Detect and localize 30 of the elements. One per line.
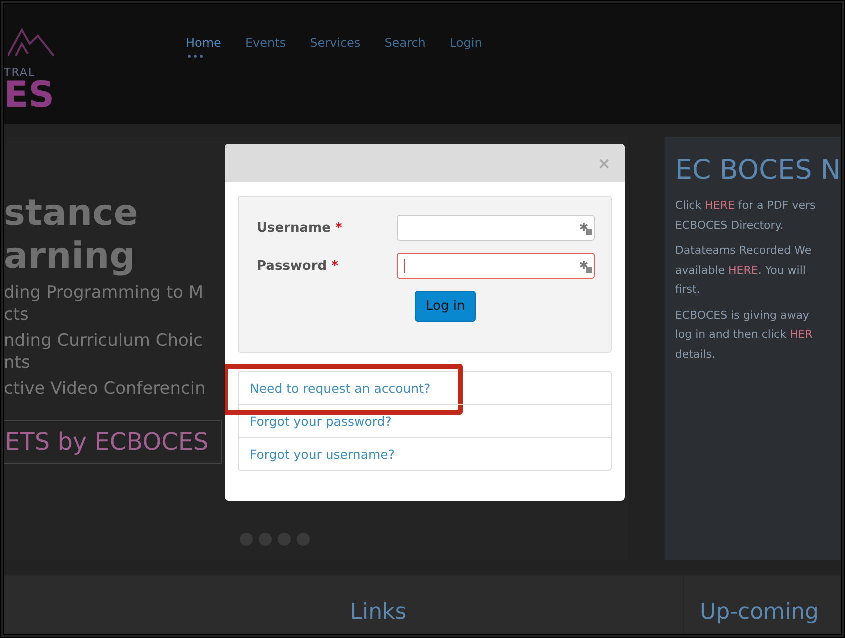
login-button[interactable]: Log in <box>415 291 476 322</box>
hero-button[interactable]: ETS by ECBOCES <box>4 420 222 464</box>
news-paragraph: ECBOCES is giving away log in and then click HER details. <box>675 308 814 362</box>
input-field[interactable] <box>397 215 595 241</box>
section-title: Links <box>350 600 407 627</box>
news-paragraph: Datateams Recorded We available HERE. You will first. <box>675 243 813 298</box>
logo-text: ES <box>4 78 55 114</box>
dialog-link[interactable]: Forgot your username? <box>250 446 395 462</box>
here-link[interactable]: HER <box>790 328 813 341</box>
nav-link[interactable]: Services <box>298 31 373 55</box>
here-link[interactable]: HERE <box>728 264 758 276</box>
field-label: Password * <box>257 258 340 274</box>
section-title: Up-coming <box>700 600 820 625</box>
logo-text: TRAL <box>4 66 36 79</box>
news-title: EC BOCES N <box>675 155 841 186</box>
dialog-link[interactable]: Forgot your password? <box>250 414 392 428</box>
news-paragraph: Click HERE for a PDF vers ECBOCES Directory. <box>675 198 817 234</box>
nav-link[interactable]: Home <box>174 31 234 55</box>
hero-heading: stance <box>4 192 138 235</box>
nav-link[interactable]: Login <box>438 31 494 55</box>
dialog-link[interactable]: Need to request an account? <box>250 380 431 396</box>
hero-bullet: ctive Video Conferencin <box>4 378 206 400</box>
field-label: Username * <box>257 220 344 236</box>
nav-link[interactable]: Search <box>372 31 438 55</box>
input-field[interactable] <box>397 253 595 279</box>
asterisk-key-icon[interactable] <box>579 222 592 235</box>
asterisk-key-icon[interactable] <box>579 260 592 273</box>
hero-heading: arning <box>4 235 136 278</box>
nav-link[interactable]: Events <box>233 31 298 55</box>
here-link[interactable]: HERE <box>705 199 735 212</box>
